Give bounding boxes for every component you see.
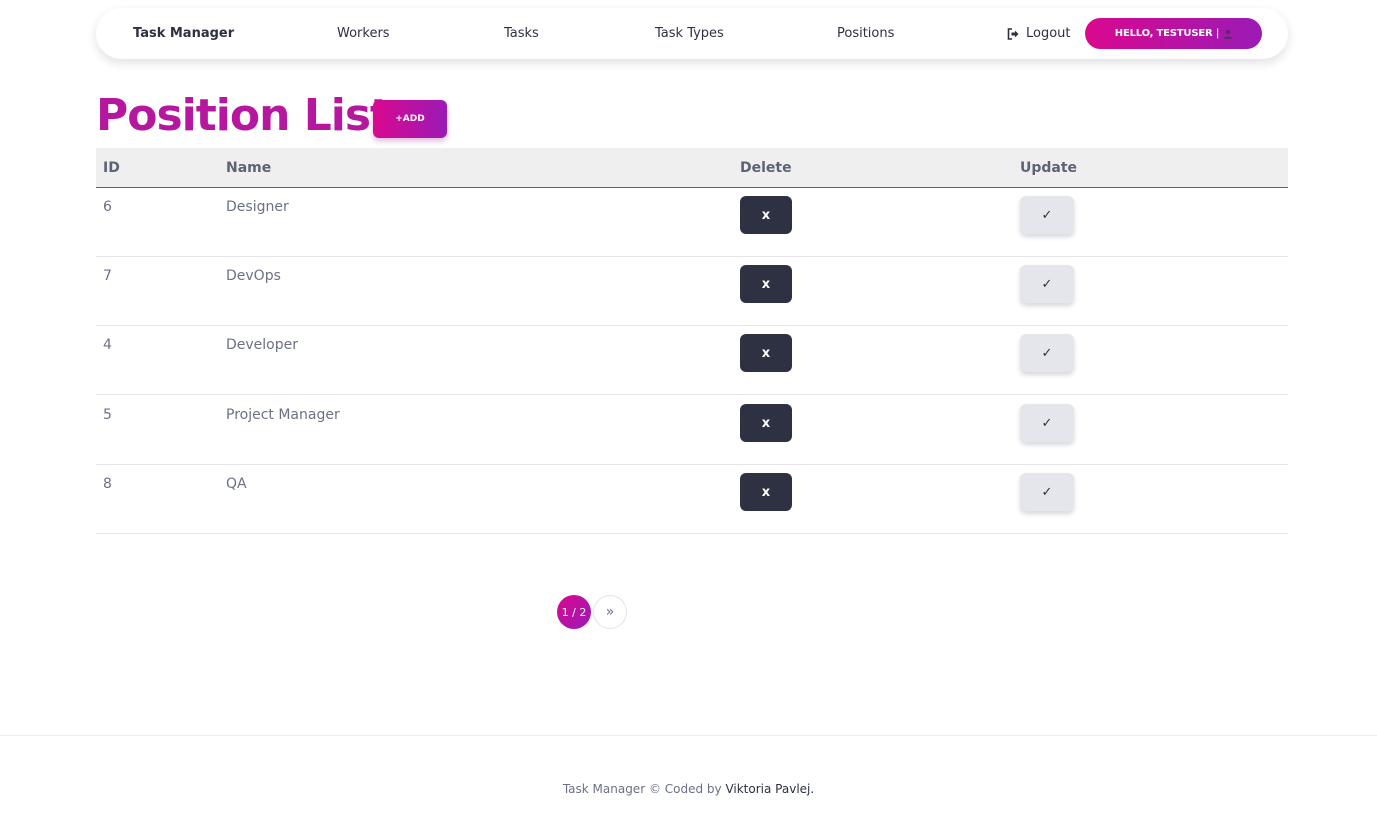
row-id: 7 [103,268,112,284]
nav-item-workers[interactable]: Workers [337,8,390,59]
delete-button[interactable]: x [740,334,792,372]
logout-link[interactable]: Logout [1007,8,1071,59]
footer: Task Manager © Coded by Viktoria Pavlej. [0,782,1377,796]
update-button[interactable]: ✓ [1020,404,1074,442]
update-button[interactable]: ✓ [1020,473,1074,511]
nav-brand[interactable]: Task Manager [133,8,234,59]
column-header-update: Update [1020,160,1078,176]
sign-out-icon [1007,27,1019,40]
column-header-id: ID [103,160,120,176]
user-greeting-button[interactable]: HELLO, TESTUSER | [1085,18,1262,49]
row-name: Project Manager [226,407,340,423]
pagination-next-button[interactable]: » [593,595,627,629]
footer-divider [0,735,1377,736]
row-id: 6 [103,199,112,215]
row-name: QA [226,476,247,492]
nav-item-task-types[interactable]: Task Types [655,8,724,59]
delete-button[interactable]: x [740,404,792,442]
table-row: 7 DevOps x ✓ [96,257,1288,326]
table-row: 4 Developer x ✓ [96,326,1288,395]
double-chevron-right-icon: » [605,604,615,620]
table-header: ID Name Delete Update [96,148,1288,188]
add-position-button[interactable]: +ADD [373,100,447,138]
nav-item-positions[interactable]: Positions [837,8,894,59]
logout-label: Logout [1026,26,1071,41]
row-name: Designer [226,199,289,215]
row-name: Developer [226,337,299,353]
column-header-delete: Delete [740,160,792,176]
navbar: Task Manager Workers Tasks Task Types Po… [96,8,1288,59]
pagination-current-page[interactable]: 1 / 2 [557,595,591,629]
footer-text: Task Manager © Coded by [562,782,722,796]
row-id: 5 [103,407,112,423]
user-icon [1224,29,1233,39]
row-name: DevOps [226,268,281,284]
table-row: 8 QA x ✓ [96,465,1288,534]
row-id: 8 [103,476,112,492]
column-header-name: Name [226,160,272,176]
delete-button[interactable]: x [740,473,792,511]
delete-button[interactable]: x [740,196,792,234]
update-button[interactable]: ✓ [1020,265,1074,303]
update-button[interactable]: ✓ [1020,196,1074,234]
footer-author-link[interactable]: Viktoria Pavlej. [725,782,814,796]
page-title: Position List [96,90,391,141]
table-row: 5 Project Manager x ✓ [96,396,1288,465]
user-greeting-label: HELLO, TESTUSER | [1114,28,1220,39]
delete-button[interactable]: x [740,265,792,303]
table-row: 6 Designer x ✓ [96,188,1288,257]
update-button[interactable]: ✓ [1020,334,1074,372]
row-id: 4 [103,337,112,353]
nav-item-tasks[interactable]: Tasks [504,8,539,59]
